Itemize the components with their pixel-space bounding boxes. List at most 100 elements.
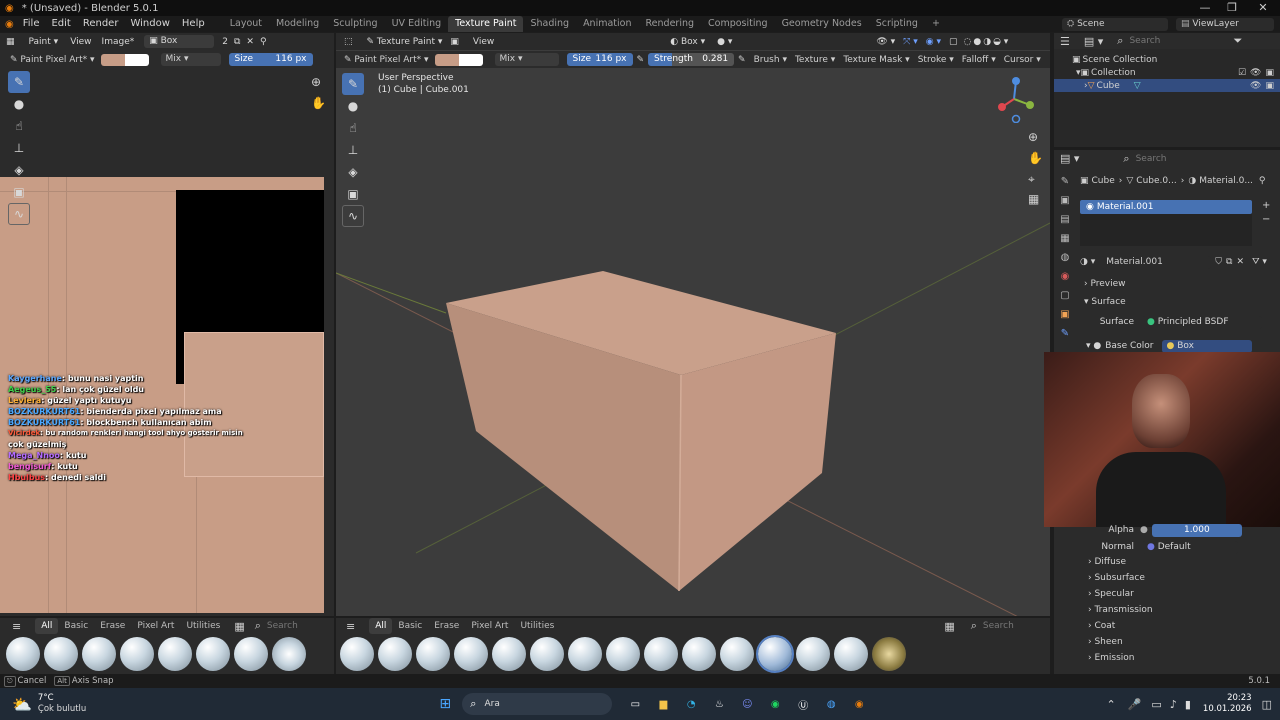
edge-icon[interactable]: ◔ — [682, 695, 700, 713]
tab-texture-paint[interactable]: Texture Paint — [448, 16, 524, 32]
close-button[interactable]: ✕ — [1248, 0, 1278, 16]
brush-thumbnail[interactable] — [340, 637, 374, 671]
pan-hand-icon[interactable]: ✋ — [311, 96, 326, 110]
transmission-panel[interactable]: › Transmission — [1088, 602, 1153, 618]
notification-icon[interactable]: ◫ — [1262, 698, 1272, 711]
weather-widget[interactable]: 7°C Çok bulutlu — [38, 693, 86, 715]
duplicate-icon[interactable]: ⧉ — [1226, 257, 1232, 267]
tab-modeling[interactable]: Modeling — [269, 16, 326, 32]
brush-thumbnail[interactable] — [120, 637, 154, 671]
zoom-icon[interactable]: ⊕ — [1028, 130, 1038, 144]
tray-mic-icon[interactable]: 🎤 — [1128, 698, 1142, 711]
tab-rendering[interactable]: Rendering — [639, 16, 702, 32]
smear-tool[interactable]: ☝ — [342, 117, 364, 139]
scene-tab-icon[interactable]: ◍ — [1056, 248, 1074, 267]
unreal-icon[interactable]: Ⓤ — [794, 695, 812, 713]
surface-panel[interactable]: ▾ Surface — [1084, 294, 1126, 310]
network-icon[interactable]: ▭ — [1151, 698, 1161, 711]
mask-tool[interactable]: ▣ — [8, 181, 30, 203]
slot-add-button[interactable]: + — [1262, 200, 1270, 211]
mask-tool[interactable]: ▣ — [342, 183, 364, 205]
world-tab-icon[interactable]: ◉ — [1056, 267, 1074, 286]
view-layer-selector[interactable]: ▤ ViewLayer — [1176, 17, 1274, 31]
grid-icon[interactable]: ▦ — [1028, 192, 1039, 206]
normal-field[interactable]: ● Default — [1142, 540, 1238, 554]
slot-remove-button[interactable]: − — [1262, 214, 1270, 225]
steam-icon[interactable]: ♨ — [710, 695, 728, 713]
surface-shader-field[interactable]: ● Principled BSDF — [1142, 315, 1262, 329]
brush-thumbnail[interactable] — [682, 637, 716, 671]
filter-display-icon[interactable]: ▤ ▾ — [1084, 35, 1103, 48]
tool-tab-icon[interactable]: ✎ — [1056, 172, 1074, 191]
brush-search-input[interactable]: Search — [983, 621, 1014, 631]
draw-tool[interactable]: ✎ — [342, 73, 364, 95]
annotate-tool[interactable]: ∿ — [342, 205, 364, 227]
category-basic[interactable]: Basic — [58, 618, 94, 634]
alpha-slider[interactable]: 1.000 — [1151, 523, 1242, 537]
brush-thumbnail[interactable] — [796, 637, 830, 671]
brush-thumbnail[interactable] — [530, 637, 564, 671]
browser-icon[interactable]: ◍ — [822, 695, 840, 713]
brush-thumbnail[interactable] — [196, 637, 230, 671]
volume-icon[interactable]: ♪ — [1170, 698, 1177, 711]
category-erase[interactable]: Erase — [94, 618, 131, 634]
tray-arrow-icon[interactable]: ⌃ — [1107, 698, 1116, 711]
tab-sculpting[interactable]: Sculpting — [326, 16, 384, 32]
zoom-icon[interactable]: ⊕ — [311, 75, 321, 89]
properties-search-input[interactable]: Search — [1136, 154, 1167, 164]
menu-window[interactable]: Window — [124, 16, 175, 32]
tab-scripting[interactable]: Scripting — [869, 16, 925, 32]
eye-icon[interactable]: 👁 — [1250, 81, 1261, 91]
camera-icon[interactable]: ▣ — [1265, 81, 1274, 91]
clone-tool[interactable]: ⊥ — [342, 139, 364, 161]
tab-animation[interactable]: Animation — [576, 16, 638, 32]
tab-layout[interactable]: Layout — [223, 16, 269, 32]
emission-panel[interactable]: › Emission — [1088, 650, 1135, 666]
minimize-button[interactable]: — — [1190, 0, 1220, 16]
subsurface-panel[interactable]: › Subsurface — [1088, 570, 1145, 586]
material-name-field[interactable]: Material.001 — [1101, 255, 1212, 269]
output-tab-icon[interactable]: ▤ — [1056, 210, 1074, 229]
checkbox-icon[interactable]: ☑ — [1238, 68, 1246, 78]
category-pixel-art[interactable]: Pixel Art — [465, 618, 514, 634]
brush-thumbnail[interactable] — [454, 637, 488, 671]
new-image-icon[interactable]: ⧉ — [234, 37, 240, 47]
brush-thumbnail[interactable] — [44, 637, 78, 671]
brush-thumbnail[interactable] — [606, 637, 640, 671]
pan-hand-icon[interactable]: ✋ — [1028, 151, 1043, 165]
diffuse-panel[interactable]: › Diffuse — [1088, 554, 1126, 570]
smear-tool[interactable]: ☝ — [8, 115, 30, 137]
tab-compositing[interactable]: Compositing — [701, 16, 775, 32]
node-tree-icon[interactable]: ⛛ ▾ — [1252, 257, 1267, 267]
blender-menu-icon[interactable]: ◉ — [5, 19, 14, 30]
blender-icon[interactable]: ◉ — [850, 695, 868, 713]
modifier-tab-icon[interactable]: ✎ — [1056, 324, 1074, 343]
pin-icon[interactable]: ⚲ — [260, 37, 267, 47]
brush-thumbnail[interactable] — [492, 637, 526, 671]
material-slot-item[interactable]: ◉ Material.001 — [1080, 200, 1252, 214]
camera-icon[interactable]: ⌖ — [1028, 172, 1035, 187]
category-erase[interactable]: Erase — [428, 618, 465, 634]
brush-thumbnail[interactable] — [872, 637, 906, 671]
mode-dropdown[interactable]: Paint ▾ — [29, 37, 59, 47]
collection-tab-icon[interactable]: ▢ — [1056, 286, 1074, 305]
preview-panel[interactable]: › Preview — [1084, 276, 1126, 292]
view-menu[interactable]: View — [70, 37, 91, 47]
start-icon[interactable]: ⊞ — [436, 695, 454, 713]
base-color-field[interactable]: ● Box — [1161, 339, 1252, 353]
task-view-icon[interactable]: ▭ — [626, 695, 644, 713]
category-pixel-art[interactable]: Pixel Art — [131, 618, 180, 634]
brush-thumbnail[interactable] — [416, 637, 450, 671]
unlink-image-icon[interactable]: ✕ — [246, 37, 254, 47]
camera-icon[interactable]: ▣ — [1265, 68, 1274, 78]
object-tab-icon[interactable]: ▣ — [1056, 305, 1074, 324]
taskbar-search[interactable]: ⌕ Ara — [462, 693, 613, 715]
tab-shading[interactable]: Shading — [523, 16, 576, 32]
category-utilities[interactable]: Utilities — [514, 618, 560, 634]
file-explorer-icon[interactable]: ▆ — [654, 695, 672, 713]
annotate-tool[interactable]: ∿ — [8, 203, 30, 225]
battery-icon[interactable]: ▮ — [1185, 698, 1191, 711]
clone-tool[interactable]: ⊥ — [8, 137, 30, 159]
image-users-count[interactable]: 2 — [222, 37, 228, 47]
brush-thumbnail-selected[interactable] — [756, 635, 794, 673]
